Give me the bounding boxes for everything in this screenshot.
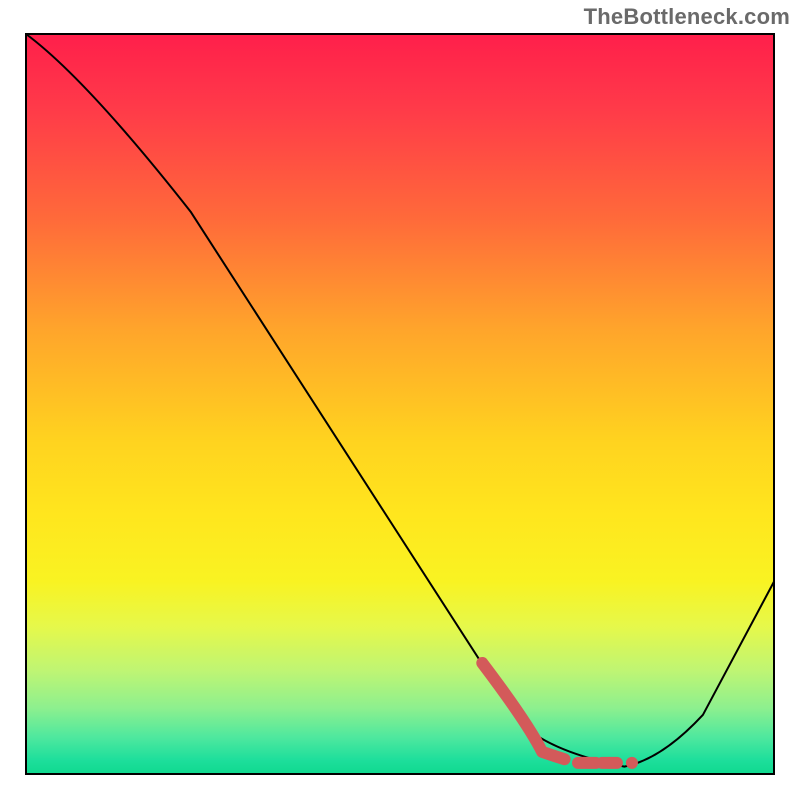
chart-container: TheBottleneck.com — [0, 0, 800, 800]
recommended-range-marker — [482, 663, 632, 763]
chart-svg — [26, 34, 774, 774]
watermark-text: TheBottleneck.com — [584, 4, 790, 30]
bottleneck-curve — [26, 34, 774, 767]
plot-area — [26, 34, 774, 774]
